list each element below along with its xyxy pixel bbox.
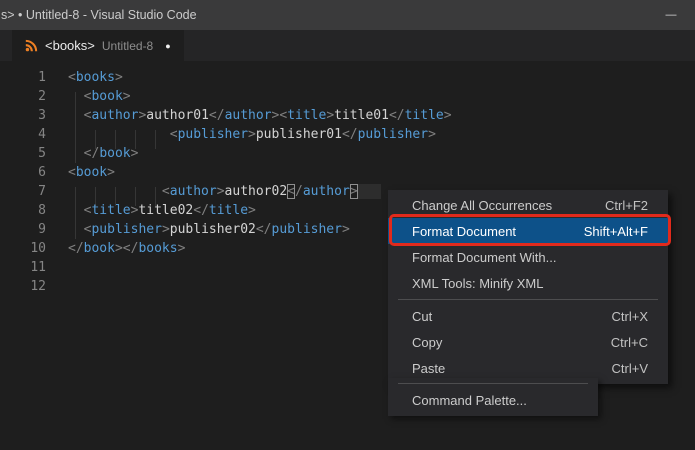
line-number: 6 [0, 163, 46, 182]
menu-item-label: Change All Occurrences [412, 198, 552, 213]
indent-guide [155, 130, 156, 149]
menu-item-label: Format Document With... [412, 250, 556, 265]
indent-guide [135, 130, 136, 149]
menu-separator [398, 383, 588, 384]
code-line[interactable]: 4 <publisher>publisher01</publisher> [0, 125, 695, 144]
line-content[interactable]: </book> [68, 144, 138, 163]
menu-item-shortcut: Ctrl+X [612, 309, 648, 324]
indent-guide [95, 187, 96, 206]
minimize-icon[interactable]: — [657, 0, 685, 30]
menu-item-label: Paste [412, 361, 445, 376]
line-content[interactable]: </book></books> [68, 239, 185, 258]
menu-item-xml-tools-minify-xml[interactable]: XML Tools: Minify XML [388, 270, 668, 296]
line-content[interactable]: <author>author01</author><title>title01<… [68, 106, 452, 125]
line-content[interactable]: <title>title02</title> [68, 201, 256, 220]
menu-item-change-all-occurrences[interactable]: Change All Occurrences Ctrl+F2 [388, 192, 668, 218]
tab-untitled-8[interactable]: <books> Untitled-8 ● [12, 30, 184, 61]
indent-guide [155, 187, 156, 206]
line-number: 3 [0, 106, 46, 125]
tab-bar: <books> Untitled-8 ● [0, 30, 695, 61]
code-line[interactable]: 5 </book> [0, 144, 695, 163]
indent-guide [95, 130, 96, 149]
menu-item-shortcut: Ctrl+C [611, 335, 648, 350]
line-number: 1 [0, 68, 46, 87]
context-menu-bottom: Command Palette... [388, 378, 598, 416]
menu-item-label: Copy [412, 335, 442, 350]
tab-description: Untitled-8 [102, 39, 153, 53]
line-number: 5 [0, 144, 46, 163]
line-number: 8 [0, 201, 46, 220]
code-line[interactable]: 3 <author>author01</author><title>title0… [0, 106, 695, 125]
menu-item-cut[interactable]: Cut Ctrl+X [388, 303, 668, 329]
indent-guide [115, 130, 116, 149]
vscode-window: s> • Untitled-8 - Visual Studio Code — <… [0, 0, 695, 450]
menu-item-label: Format Document [412, 224, 516, 239]
menu-item-copy[interactable]: Copy Ctrl+C [388, 329, 668, 355]
menu-item-label: Cut [412, 309, 432, 324]
line-number: 7 [0, 182, 46, 201]
indent-guide [115, 187, 116, 206]
code-line[interactable]: 2 <book> [0, 87, 695, 106]
line-number: 11 [0, 258, 46, 277]
line-number: 9 [0, 220, 46, 239]
tab-label: <books> [45, 38, 95, 53]
menu-item-shortcut: Ctrl+F2 [605, 198, 648, 213]
line-content[interactable]: <book> [68, 163, 115, 182]
code-line[interactable]: 1 <books> [0, 68, 695, 87]
indent-guide [135, 187, 136, 206]
indent-guide [75, 92, 76, 163]
menu-item-format-document-with[interactable]: Format Document With... [388, 244, 668, 270]
line-number: 4 [0, 125, 46, 144]
menu-item-label: XML Tools: Minify XML [412, 276, 544, 291]
titlebar: s> • Untitled-8 - Visual Studio Code — [0, 0, 695, 30]
unsaved-indicator-icon: ● [165, 41, 170, 51]
indent-guide [75, 187, 76, 239]
context-menu: Change All Occurrences Ctrl+F2 Format Docu… [388, 190, 668, 384]
menu-item-shortcut: Shift+Alt+F [584, 224, 648, 239]
menu-item-format-document[interactable]: Format Document Shift+Alt+F [388, 218, 668, 244]
line-content[interactable]: <books> [68, 68, 123, 87]
menu-item-shortcut: Ctrl+V [612, 361, 648, 376]
line-content[interactable]: <publisher>publisher01</publisher> [68, 125, 436, 144]
line-number: 12 [0, 277, 46, 296]
line-number: 2 [0, 87, 46, 106]
window-title: s> • Untitled-8 - Visual Studio Code [1, 0, 197, 30]
code-line[interactable]: 6 <book> [0, 163, 695, 182]
menu-item-label: Command Palette... [412, 393, 527, 408]
line-content[interactable]: <publisher>publisher02</publisher> [68, 220, 350, 239]
xml-rss-icon [25, 39, 38, 52]
line-number: 10 [0, 239, 46, 258]
line-content[interactable]: <book> [68, 87, 131, 106]
menu-separator [398, 299, 658, 300]
menu-item-command-palette[interactable]: Command Palette... [388, 387, 598, 413]
